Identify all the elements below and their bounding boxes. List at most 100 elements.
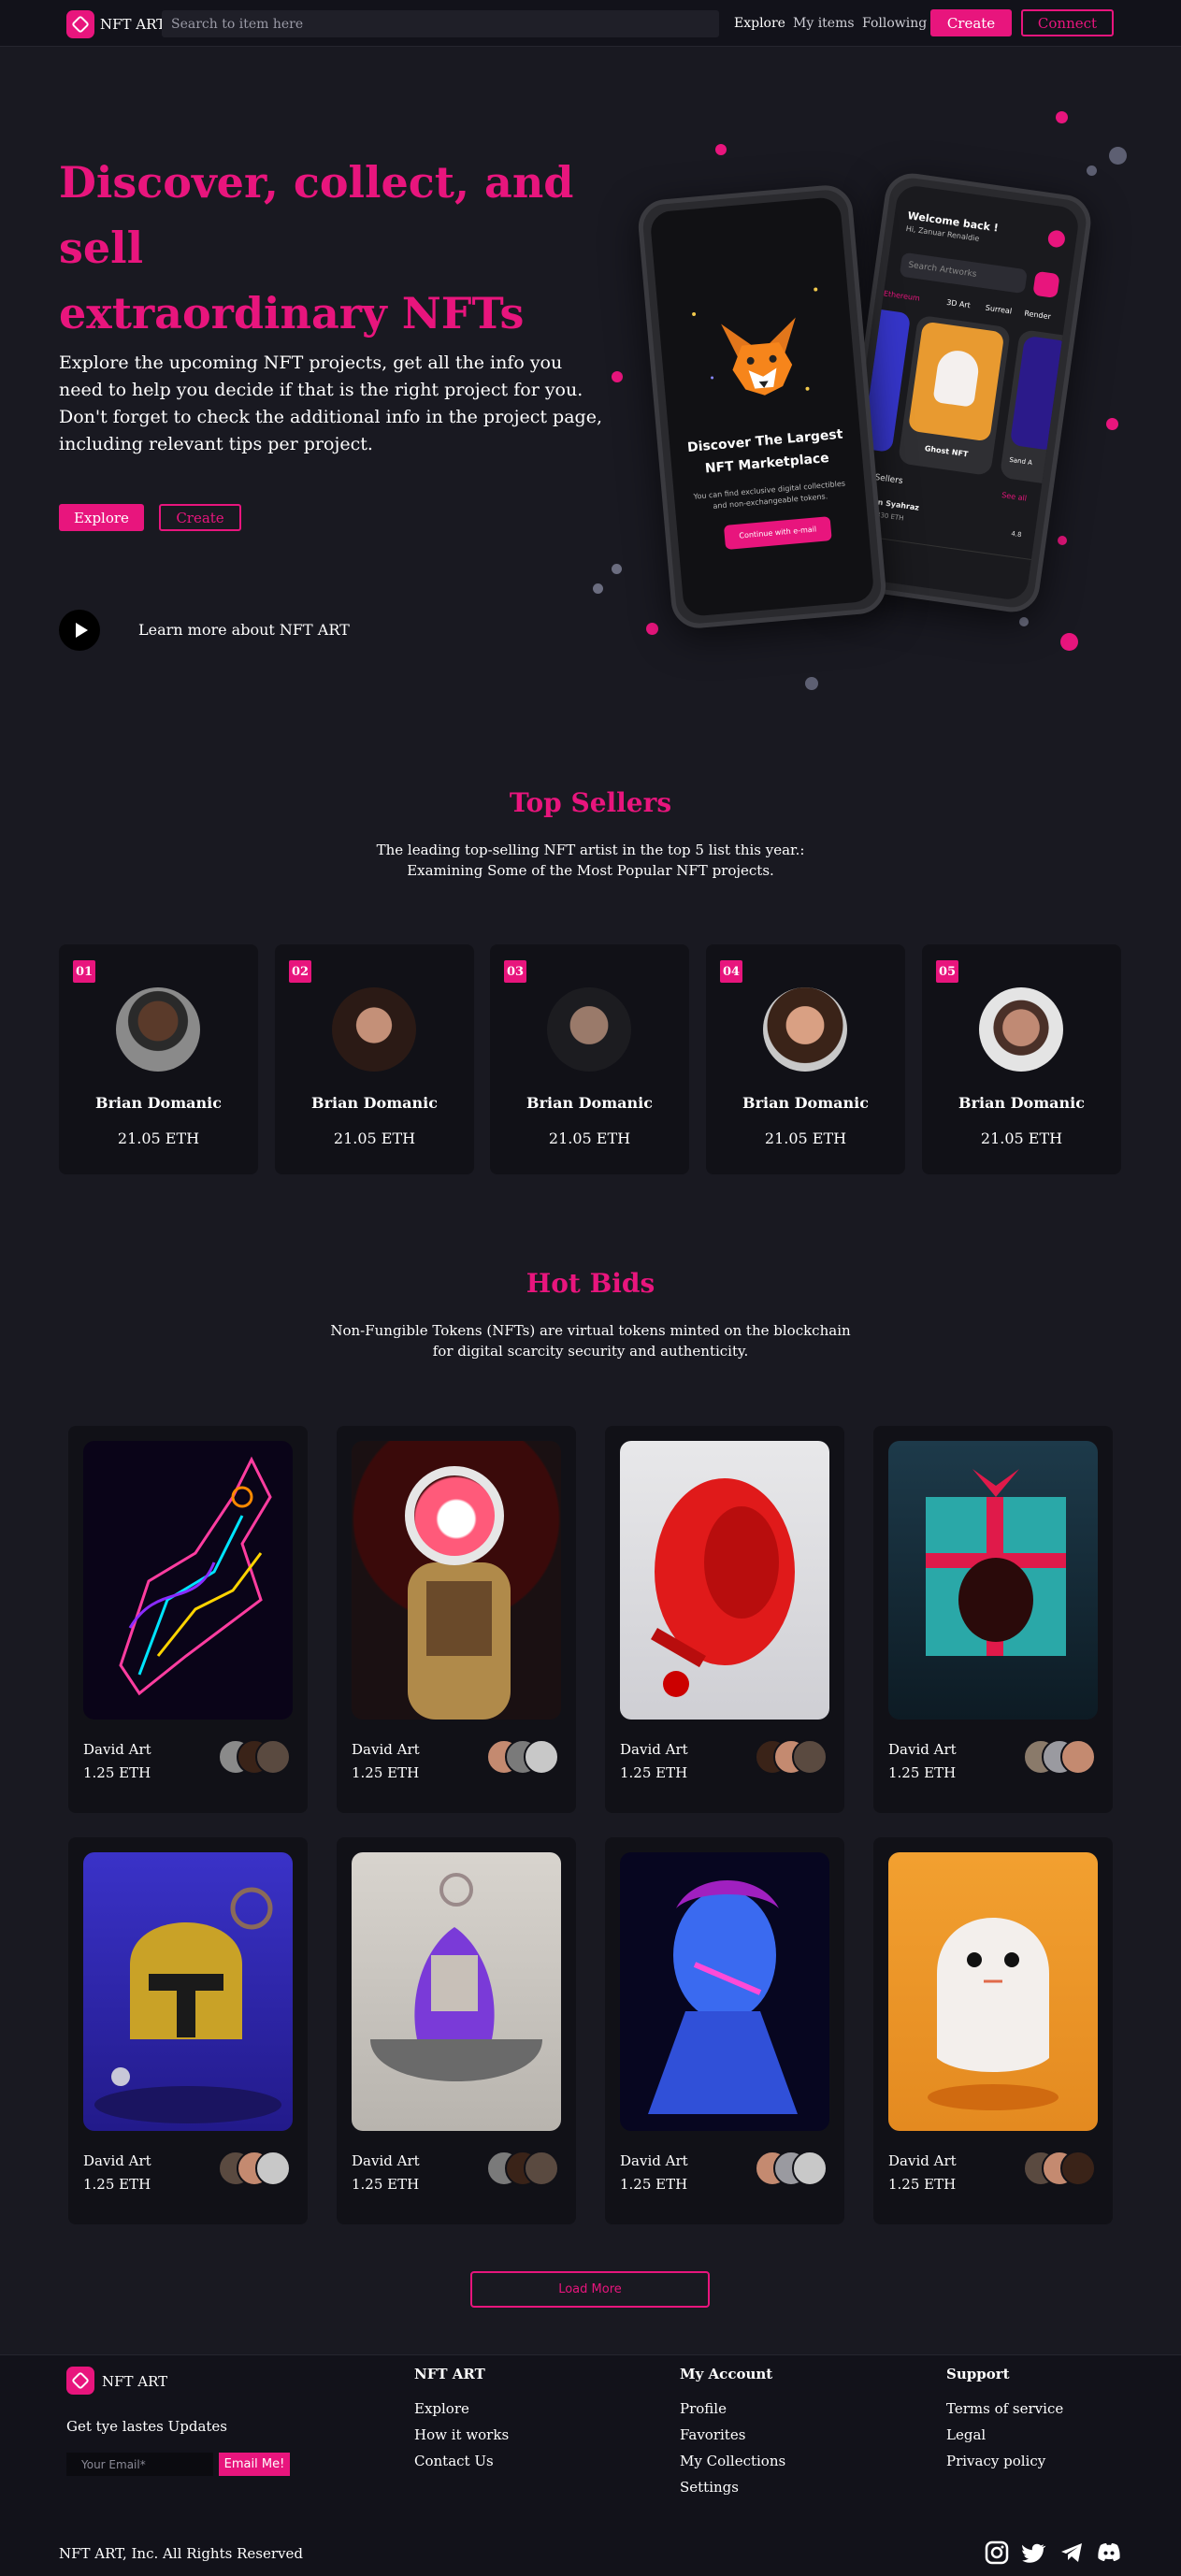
nft-card[interactable]: David Art 1.25 ETH <box>873 1426 1113 1813</box>
rank-badge: 01 <box>73 960 95 983</box>
footer-link-favorites[interactable]: Favorites <box>680 2426 745 2443</box>
learn-more-link[interactable]: Learn more about NFT ART <box>138 621 350 639</box>
nft-image <box>620 1852 829 2131</box>
nav-my-items[interactable]: My items <box>793 16 855 31</box>
telegram-icon[interactable] <box>1059 2540 1084 2565</box>
seller-card[interactable]: 04 Brian Domanic 21.05 ETH <box>706 944 905 1174</box>
seller-name: Brian Domanic <box>958 1094 1085 1112</box>
footer-logo-text[interactable]: NFT ART <box>102 2373 167 2390</box>
bidder-avatars <box>755 1739 829 1777</box>
avatar <box>792 2151 828 2186</box>
nav-explore[interactable]: Explore <box>734 16 785 31</box>
email-field[interactable] <box>66 2453 213 2476</box>
nft-card[interactable]: David Art 1.25 ETH <box>605 1426 844 1813</box>
instagram-icon[interactable] <box>985 2540 1009 2565</box>
load-more-button[interactable]: Load More <box>470 2271 710 2308</box>
seller-name: Brian Domanic <box>95 1094 222 1112</box>
nft-price: 1.25 ETH <box>888 2176 957 2193</box>
top-sellers-subtitle: The leading top-selling NFT artist in th… <box>376 842 805 879</box>
logo-text[interactable]: NFT ART <box>100 16 166 33</box>
nft-card[interactable]: David Art 1.25 ETH <box>337 1837 576 2224</box>
nft-card[interactable]: David Art 1.25 ETH <box>873 1837 1113 2224</box>
avatar <box>792 1739 828 1775</box>
nft-price: 1.25 ETH <box>620 2176 688 2193</box>
play-icon[interactable] <box>59 610 100 651</box>
bidder-avatars <box>1023 2151 1098 2188</box>
copyright: NFT ART, Inc. All Rights Reserved <box>59 2545 303 2562</box>
seller-name: Brian Domanic <box>311 1094 438 1112</box>
rank-badge: 03 <box>504 960 526 983</box>
logo-icon[interactable] <box>66 10 94 38</box>
email-me-button[interactable]: Email Me! <box>219 2453 290 2476</box>
seller-card[interactable]: 02 Brian Domanic 21.05 ETH <box>275 944 474 1174</box>
avatar <box>332 987 416 1072</box>
nft-price: 1.25 ETH <box>83 2176 151 2193</box>
avatar <box>524 1739 559 1775</box>
nft-card[interactable]: David Art 1.25 ETH <box>337 1426 576 1813</box>
seller-eth: 21.05 ETH <box>980 1130 1063 1147</box>
avatar <box>255 1739 291 1775</box>
avatar <box>255 2151 291 2186</box>
rank-badge: 05 <box>936 960 958 983</box>
seller-name: Brian Domanic <box>526 1094 653 1112</box>
bidder-avatars <box>218 1739 293 1777</box>
nft-card[interactable]: David Art 1.25 ETH <box>68 1837 308 2224</box>
rank-badge: 02 <box>289 960 311 983</box>
footer-link-explore[interactable]: Explore <box>414 2400 469 2417</box>
bidder-avatars <box>486 1739 561 1777</box>
nft-image <box>352 1441 561 1720</box>
footer-link-privacy[interactable]: Privacy policy <box>946 2453 1045 2469</box>
footer-link-contact[interactable]: Contact Us <box>414 2453 494 2469</box>
seller-card[interactable]: 03 Brian Domanic 21.05 ETH <box>490 944 689 1174</box>
seller-card[interactable]: 01 Brian Domanic 21.05 ETH <box>59 944 258 1174</box>
bidder-avatars <box>755 2151 829 2188</box>
nft-image <box>888 1441 1098 1720</box>
explore-button[interactable]: Explore <box>59 504 144 531</box>
nft-image <box>83 1852 293 2131</box>
seller-eth: 21.05 ETH <box>117 1130 200 1147</box>
filter-icon <box>1032 270 1060 299</box>
seller-eth: 21.05 ETH <box>548 1130 631 1147</box>
nav-following[interactable]: Following <box>862 16 927 31</box>
footer-logo-icon[interactable] <box>66 2367 94 2395</box>
nft-owner: David Art <box>83 2152 151 2169</box>
bidder-avatars <box>1023 1739 1098 1777</box>
nft-owner: David Art <box>352 1741 420 1758</box>
nft-owner: David Art <box>83 1741 151 1758</box>
seller-card[interactable]: 05 Brian Domanic 21.05 ETH <box>922 944 1121 1174</box>
hero-create-button[interactable]: Create <box>159 504 241 531</box>
avatar <box>1060 2151 1096 2186</box>
fox-logo-icon <box>711 308 812 409</box>
create-button[interactable]: Create <box>930 9 1012 36</box>
nft-card[interactable]: David Art 1.25 ETH <box>605 1837 844 2224</box>
avatar <box>547 987 631 1072</box>
footer-link-settings[interactable]: Settings <box>680 2479 739 2496</box>
nft-price: 1.25 ETH <box>352 2176 420 2193</box>
avatar <box>979 987 1063 1072</box>
nft-image <box>352 1852 561 2131</box>
nft-owner: David Art <box>888 2152 957 2169</box>
avatar <box>116 987 200 1072</box>
footer-link-legal[interactable]: Legal <box>946 2426 986 2443</box>
footer-col-title: NFT ART <box>414 2366 485 2382</box>
footer-link-collections[interactable]: My Collections <box>680 2453 785 2469</box>
nft-card[interactable]: David Art 1.25 ETH <box>68 1426 308 1813</box>
seller-name: Brian Domanic <box>742 1094 869 1112</box>
nft-price: 1.25 ETH <box>352 1764 420 1781</box>
footer-link-how-it-works[interactable]: How it works <box>414 2426 509 2443</box>
nft-image <box>620 1441 829 1720</box>
footer-link-terms[interactable]: Terms of service <box>946 2400 1063 2417</box>
nft-owner: David Art <box>352 2152 420 2169</box>
search-input[interactable] <box>162 10 719 37</box>
discord-icon[interactable] <box>1097 2540 1121 2565</box>
nft-price: 1.25 ETH <box>83 1764 151 1781</box>
nft-price: 1.25 ETH <box>888 1764 957 1781</box>
connect-button[interactable]: Connect <box>1021 9 1114 36</box>
hot-bids-title: Hot Bids <box>526 1268 655 1299</box>
nft-owner: David Art <box>620 1741 688 1758</box>
nft-image <box>888 1852 1098 2131</box>
footer-updates-text: Get tye lastes Updates <box>66 2418 228 2435</box>
rank-badge: 04 <box>720 960 742 983</box>
footer-link-profile[interactable]: Profile <box>680 2400 727 2417</box>
twitter-icon[interactable] <box>1021 2540 1046 2565</box>
